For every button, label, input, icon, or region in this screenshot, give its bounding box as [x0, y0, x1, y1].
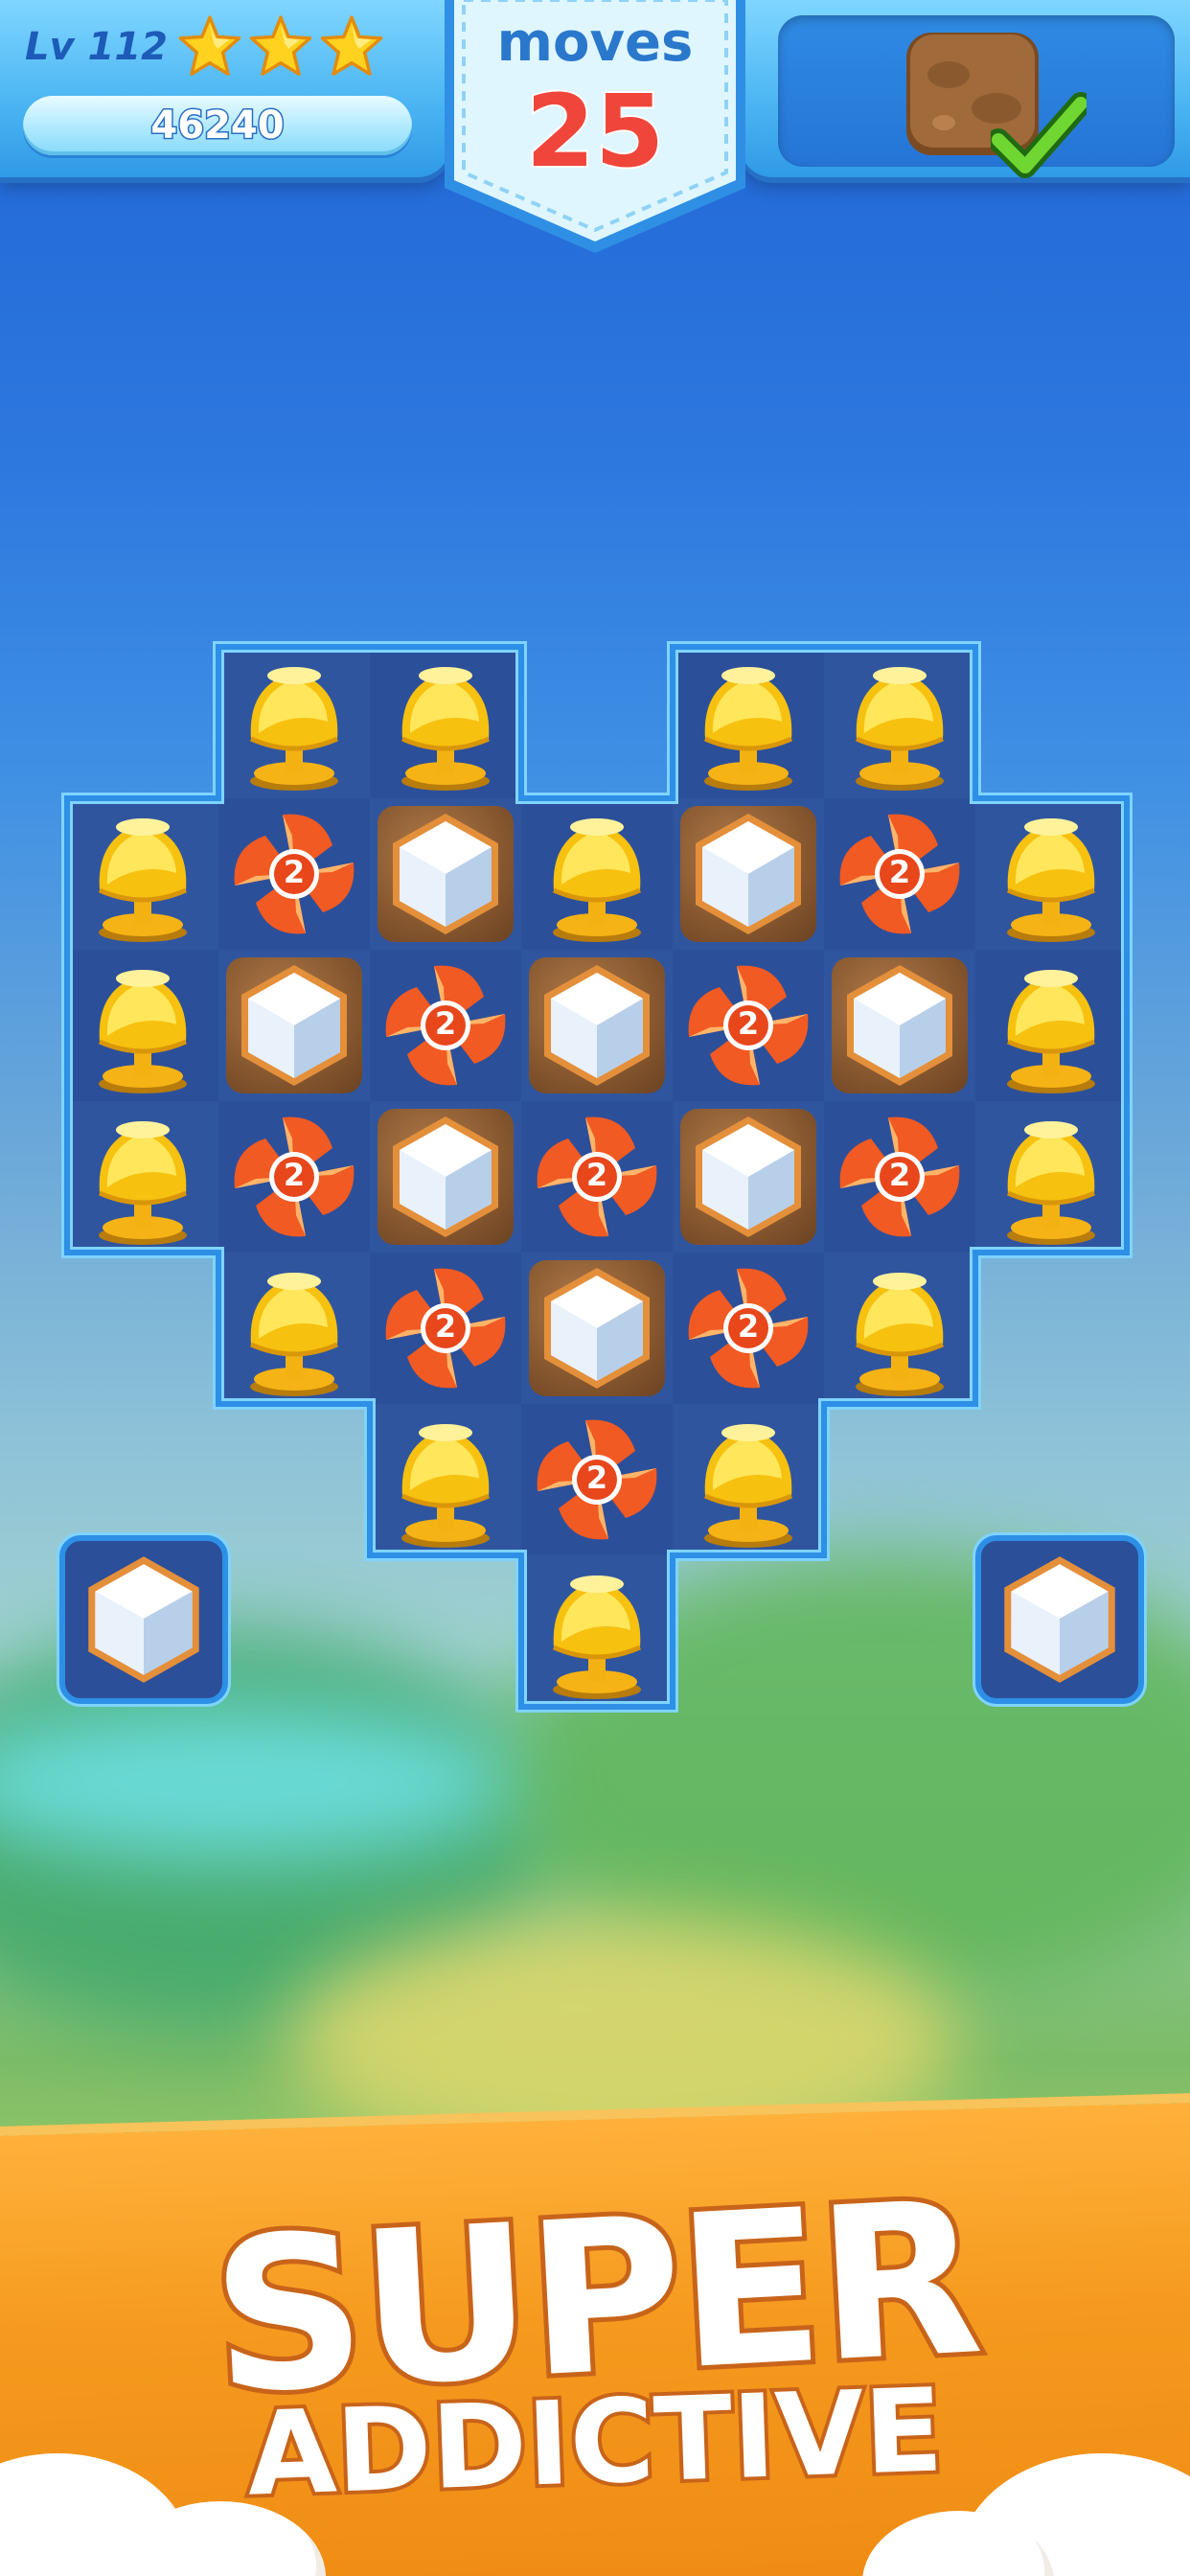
- board-cell[interactable]: [673, 1404, 824, 1555]
- diamond-icon: [544, 965, 650, 1086]
- board-cell[interactable]: 2: [521, 1101, 673, 1253]
- board-cell[interactable]: [67, 798, 218, 950]
- pinwheel-counter: 2: [888, 1157, 911, 1193]
- lamp-icon: [552, 818, 642, 942]
- board-cell[interactable]: [975, 1101, 1127, 1253]
- board-cell[interactable]: [975, 798, 1127, 950]
- board-cell[interactable]: [218, 1253, 370, 1404]
- lamp-icon: [855, 667, 945, 791]
- board-cell[interactable]: [67, 950, 218, 1101]
- board-cell[interactable]: [824, 950, 975, 1101]
- lamp-icon: [703, 1424, 793, 1548]
- diamond-icon: [696, 1116, 801, 1237]
- board-cell[interactable]: 2: [218, 798, 370, 950]
- lamp-icon: [703, 667, 793, 791]
- board-cell[interactable]: [370, 647, 521, 798]
- board-cell[interactable]: [673, 1101, 824, 1253]
- pinwheel-counter: 2: [434, 1005, 457, 1042]
- lamp-icon: [98, 1121, 188, 1245]
- pinwheel-counter: 2: [585, 1460, 608, 1496]
- lamp-icon: [855, 1273, 945, 1396]
- diamond-icon: [393, 1116, 498, 1237]
- diamond-icon: [393, 814, 498, 934]
- diamond-icon: [88, 1556, 199, 1683]
- board-cell[interactable]: [370, 798, 521, 950]
- board-cell[interactable]: [521, 1555, 673, 1707]
- game-screen: Lv 112 46240 moves 25 2 2 2 2 2 2 2 2 2 …: [0, 0, 1190, 2576]
- lamp-icon: [1006, 818, 1096, 942]
- pinwheel-counter: 2: [737, 1005, 760, 1042]
- board-cell[interactable]: 2: [218, 1101, 370, 1253]
- board-cell[interactable]: 2: [521, 1404, 673, 1555]
- lamp-icon: [1006, 970, 1096, 1093]
- pinwheel-counter: 2: [888, 854, 911, 890]
- diamond-icon: [544, 1268, 650, 1389]
- lamp-icon: [98, 970, 188, 1093]
- board-cell[interactable]: [370, 1101, 521, 1253]
- board-cell[interactable]: [521, 950, 673, 1101]
- pinwheel-counter: 2: [283, 1157, 306, 1193]
- lamp-icon: [249, 1273, 339, 1396]
- board-cell[interactable]: 2: [824, 1101, 975, 1253]
- board-cell[interactable]: 2: [673, 950, 824, 1101]
- lamp-icon: [400, 1424, 491, 1548]
- board-cell[interactable]: [673, 647, 824, 798]
- lamp-icon: [552, 1576, 642, 1699]
- board-cell[interactable]: 2: [824, 798, 975, 950]
- board-cell[interactable]: [218, 647, 370, 798]
- board-cell[interactable]: 2: [673, 1253, 824, 1404]
- diamond-icon: [847, 965, 952, 1086]
- board-cell[interactable]: [521, 1253, 673, 1404]
- board-cell[interactable]: [67, 1101, 218, 1253]
- lamp-icon: [249, 667, 339, 791]
- pinwheel-counter: 2: [585, 1157, 608, 1193]
- board-cell[interactable]: [218, 950, 370, 1101]
- board-cell[interactable]: [824, 1253, 975, 1404]
- side-tile-right[interactable]: [975, 1535, 1144, 1704]
- board-cell[interactable]: [521, 798, 673, 950]
- lamp-icon: [400, 667, 491, 791]
- board-cell[interactable]: [824, 647, 975, 798]
- lamp-icon: [98, 818, 188, 942]
- board-cell[interactable]: 2: [370, 950, 521, 1101]
- board-cell[interactable]: 2: [370, 1253, 521, 1404]
- pinwheel-counter: 2: [283, 854, 306, 890]
- diamond-icon: [241, 965, 347, 1086]
- side-tile-left[interactable]: [59, 1535, 228, 1704]
- pinwheel-counter: 2: [434, 1308, 457, 1345]
- board-cell[interactable]: [370, 1404, 521, 1555]
- board-cell[interactable]: [975, 950, 1127, 1101]
- lamp-icon: [1006, 1121, 1096, 1245]
- diamond-icon: [696, 814, 801, 934]
- pinwheel-counter: 2: [737, 1308, 760, 1345]
- board-cell[interactable]: [673, 798, 824, 950]
- diamond-icon: [1004, 1556, 1115, 1683]
